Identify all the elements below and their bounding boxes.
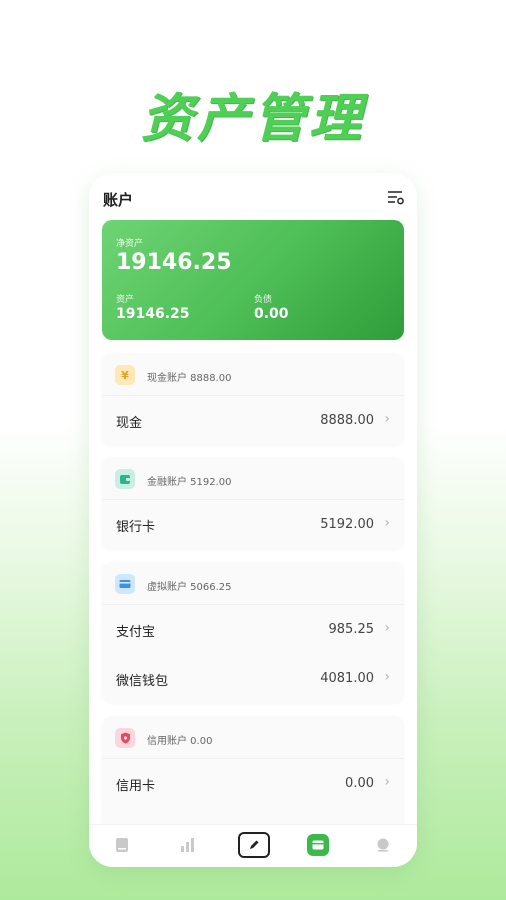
account-balance: 4081.00 <box>320 671 374 686</box>
account-name: 银行卡 <box>116 520 156 535</box>
group-title: 虚拟账户 5066.25 <box>147 582 232 593</box>
app-screen: 账户 净资产 19146.25 资产 19146.25 负债 0.00 ¥ 现金… <box>89 173 417 867</box>
bottom-nav <box>89 824 417 867</box>
group-title: 金融账户 5192.00 <box>147 477 232 488</box>
account-row-wechat-wallet[interactable]: 微信钱包 4081.00 › <box>102 654 404 703</box>
account-row-credit-card[interactable]: 信用卡 0.00 › <box>102 759 404 808</box>
group-title: 信用账户 0.00 <box>147 736 213 747</box>
account-name: 支付宝 <box>116 625 156 640</box>
account-group-credit: 信用账户 0.00 信用卡 0.00 › <box>102 716 404 836</box>
account-balance: 8888.00 <box>320 413 374 428</box>
net-assets-card: 净资产 19146.25 资产 19146.25 负债 0.00 <box>102 220 404 340</box>
account-row-bank-card[interactable]: 银行卡 5192.00 › <box>102 500 404 549</box>
account-balance: 5192.00 <box>320 517 374 532</box>
account-icon[interactable] <box>307 834 329 856</box>
account-group-virtual: 虚拟账户 5066.25 支付宝 985.25 › 微信钱包 4081.00 › <box>102 562 404 703</box>
chevron-right-icon: › <box>384 669 390 685</box>
account-balance: 985.25 <box>328 622 375 637</box>
liabilities-value: 0.00 <box>254 306 289 322</box>
wallet-icon <box>115 469 135 489</box>
yen-icon: ¥ <box>115 365 135 385</box>
chart-bars-icon[interactable] <box>177 834 199 856</box>
account-row-cash[interactable]: 现金 8888.00 › <box>102 396 404 445</box>
group-header: 信用账户 0.00 <box>102 716 404 759</box>
account-name: 微信钱包 <box>116 674 169 689</box>
assets-label: 资产 <box>116 295 135 305</box>
chevron-right-icon: › <box>384 774 390 790</box>
page-title: 账户 <box>103 191 134 209</box>
account-name: 现金 <box>116 416 143 431</box>
headline: 资产管理 <box>140 89 365 149</box>
chevron-right-icon: › <box>384 411 390 427</box>
account-row-alipay[interactable]: 支付宝 985.25 › <box>102 605 404 654</box>
group-title: 现金账户 8888.00 <box>147 373 232 384</box>
card-icon <box>115 574 135 594</box>
liabilities-label: 负债 <box>254 295 273 305</box>
assets-value: 19146.25 <box>116 306 190 322</box>
account-balance: 0.00 <box>345 776 374 791</box>
group-header: ¥ 现金账户 8888.00 <box>102 353 404 396</box>
account-group-cash: ¥ 现金账户 8888.00 现金 8888.00 › <box>102 353 404 445</box>
chevron-right-icon: › <box>384 620 390 636</box>
chevron-right-icon: › <box>384 515 390 531</box>
user-icon[interactable] <box>372 834 394 856</box>
account-name: 信用卡 <box>116 779 156 794</box>
account-group-finance: 金融账户 5192.00 银行卡 5192.00 › <box>102 457 404 549</box>
net-assets-value: 19146.25 <box>116 250 232 275</box>
shield-icon <box>115 728 135 748</box>
book-icon[interactable] <box>111 834 133 856</box>
filter-settings-icon[interactable] <box>387 189 405 205</box>
top-bar: 账户 <box>89 173 417 221</box>
group-header: 虚拟账户 5066.25 <box>102 562 404 605</box>
pen-icon[interactable] <box>238 832 270 858</box>
group-header: 金融账户 5192.00 <box>102 457 404 500</box>
net-assets-label: 净资产 <box>116 239 144 249</box>
